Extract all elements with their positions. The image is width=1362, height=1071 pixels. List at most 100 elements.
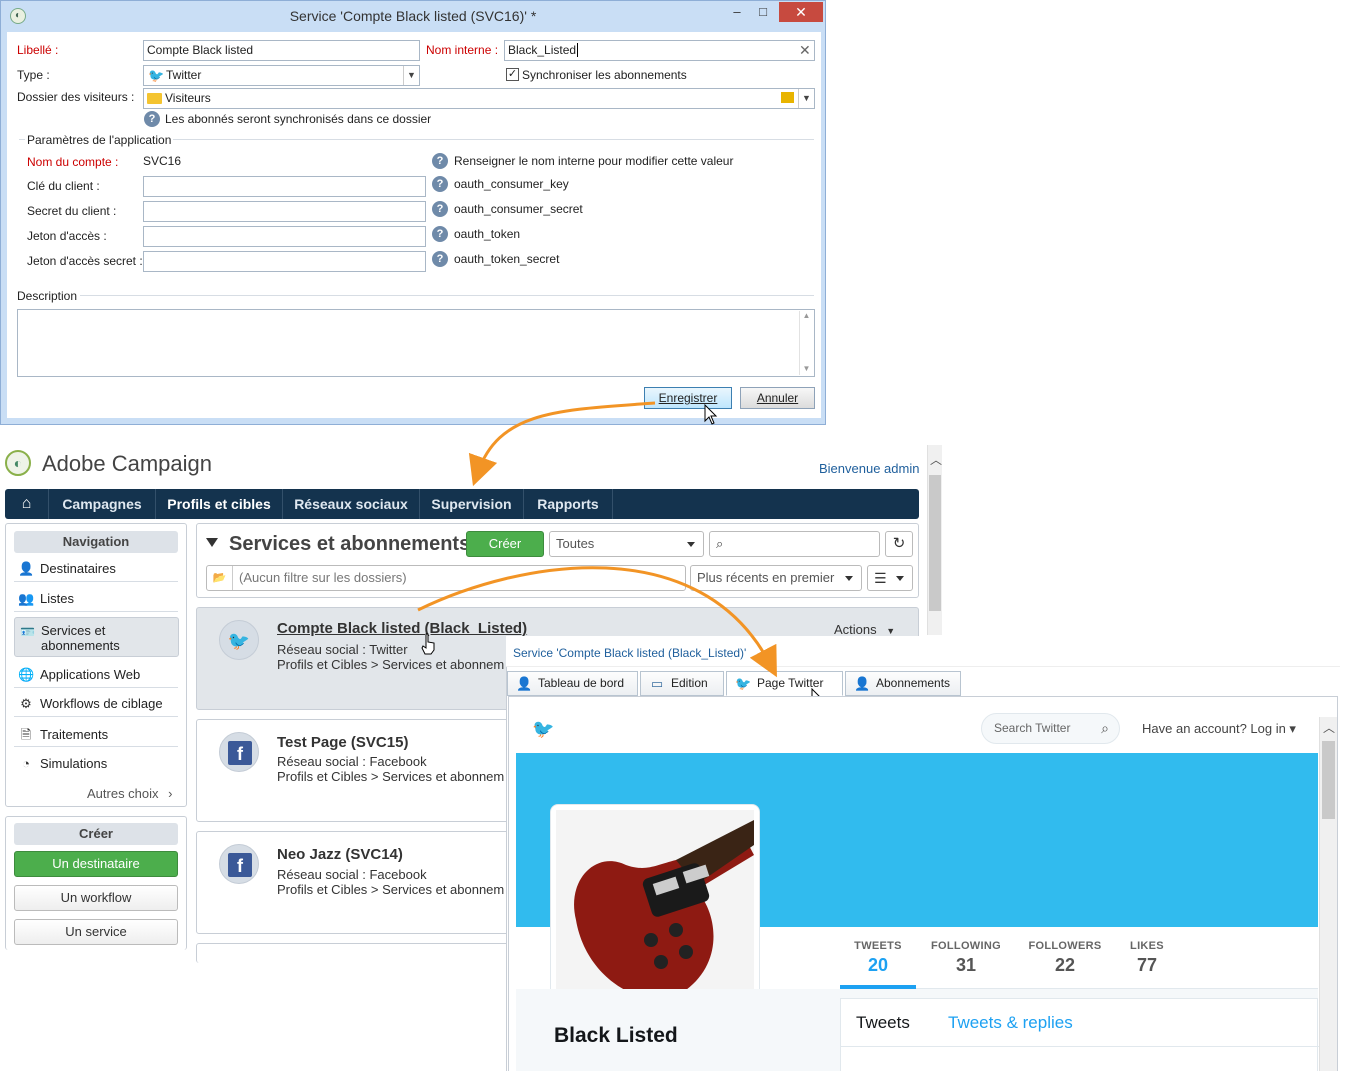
sidebar-item-applications-web[interactable]: 🌐 Applications Web [18, 667, 140, 683]
sidebar-item-label: Traitements [40, 727, 109, 742]
folder-browse-icon[interactable] [781, 92, 794, 103]
tab-tableau-de-bord[interactable]: 👤 Tableau de bord [507, 671, 638, 696]
nom-interne-input[interactable]: Black_Listed [504, 40, 815, 61]
create-button[interactable]: Créer [466, 531, 544, 557]
nav-campagnes[interactable]: Campagnes [49, 489, 156, 519]
sidebar-item-simulations[interactable]: ◔ Simulations [18, 756, 107, 771]
description-textarea[interactable]: ▲ ▼ [17, 309, 815, 377]
tab-abonnements[interactable]: 👤 Abonnements [845, 671, 961, 696]
welcome-link[interactable]: Bienvenue admin [819, 461, 919, 476]
maximize-button[interactable]: □ [749, 2, 777, 24]
refresh-button[interactable]: ↻ [885, 531, 913, 557]
cancel-button[interactable]: Annuler [740, 387, 815, 409]
brand-title: Adobe Campaign [42, 451, 213, 476]
actions-menu[interactable]: Actions ▼ [834, 622, 895, 637]
chevron-down-icon[interactable]: ▼ [403, 66, 419, 85]
twitter-search-input[interactable]: Search Twitter ⌕ [981, 713, 1120, 744]
nav-rapports[interactable]: Rapports [524, 489, 613, 519]
window-icon: ▭ [650, 676, 664, 691]
chevron-up-icon[interactable]: ︿ [1323, 719, 1335, 736]
minimize-button[interactable]: – [723, 2, 751, 24]
folder-filter-input[interactable]: 📂 (Aucun filtre sur les dossiers) [206, 565, 686, 591]
sidebar-item-listes[interactable]: 👥 Listes [18, 591, 74, 607]
folder-filter-value: (Aucun filtre sur les dossiers) [239, 570, 407, 585]
create-workflow-button[interactable]: Un workflow [14, 885, 178, 911]
stat-label: FOLLOWING [931, 940, 1001, 952]
sort-select[interactable]: Plus récents en premier [690, 565, 862, 591]
chevron-up-icon[interactable]: ︿ [930, 451, 942, 468]
secret-client-label: Secret du client : [27, 204, 117, 218]
search-input[interactable]: ⌕ [709, 531, 880, 557]
sidebar-item-workflows[interactable]: ⚙ Workflows de ciblage [18, 696, 162, 712]
create-recipient-button[interactable]: Un destinataire [14, 851, 178, 877]
help-icon: ? [432, 176, 448, 192]
nav-profils-et-cibles[interactable]: Profils et cibles [156, 489, 283, 519]
caret-down-icon [687, 542, 695, 547]
card-title[interactable]: Neo Jazz (SVC14) [277, 846, 403, 863]
stat-following[interactable]: FOLLOWING 31 [926, 928, 1006, 989]
list-toolbar: Services et abonnements Créer Toutes ⌕ ↻… [196, 523, 919, 598]
scrollbar-thumb[interactable] [1322, 741, 1335, 819]
service-breadcrumb[interactable]: Service 'Compte Black listed (Black_List… [513, 646, 746, 660]
twitter-login-link[interactable]: Have an account? Log in ▾ [1142, 721, 1296, 737]
tab-edition[interactable]: ▭ Edition [640, 671, 724, 696]
jeton-secret-label: Jeton d'accès secret : [27, 254, 143, 268]
stat-likes[interactable]: LIKES 77 [1118, 928, 1176, 989]
create-heading: Créer [14, 823, 178, 845]
cle-client-input[interactable] [143, 176, 426, 197]
twitter-bird-icon: 🐦 [219, 620, 259, 660]
secret-client-input[interactable] [143, 201, 426, 222]
type-select[interactable]: 🐦 Twitter ▼ [143, 65, 420, 86]
tab-page-twitter[interactable]: 🐦 Page Twitter [726, 671, 843, 696]
search-icon: ⌕ [716, 536, 724, 551]
tweets-panel: Tweets Tweets & replies [840, 998, 1319, 1071]
clear-icon[interactable]: ✕ [799, 42, 811, 59]
card-title[interactable]: Compte Black listed (Black_Listed) [277, 620, 527, 637]
app-params-heading: Paramètres de l'application [25, 133, 174, 147]
create-service-button[interactable]: Un service [14, 919, 178, 945]
facebook-icon: f [228, 741, 252, 765]
folder-open-icon[interactable]: 📂 [207, 566, 233, 590]
secret-client-hint: oauth_consumer_secret [454, 202, 583, 216]
jeton-secret-input[interactable] [143, 251, 426, 272]
save-button[interactable]: Enregistrer [644, 387, 732, 409]
stat-tweets[interactable]: TWEETS 20 [840, 928, 916, 989]
profile-avatar[interactable] [550, 804, 760, 1014]
id-card-icon: 🪪 [20, 625, 35, 639]
nav-reseaux-sociaux[interactable]: Réseaux sociaux [283, 489, 420, 519]
help-icon: ? [432, 251, 448, 267]
view-mode-button[interactable]: ☰ [867, 565, 913, 591]
tab-tweets-replies[interactable]: Tweets & replies [948, 1013, 1073, 1033]
twitter-logo-icon: 🐦 [532, 719, 555, 739]
sidebar-item-traitements[interactable]: 🗎 Traitements [18, 726, 108, 748]
page-scrollbar[interactable]: ︿ [927, 445, 942, 635]
guitar-photo [556, 810, 754, 1008]
document-gear-icon: 🗎 [20, 727, 32, 742]
home-icon[interactable]: ⌂ [5, 489, 49, 519]
more-choices-link[interactable]: Autres choix › [87, 786, 173, 801]
sync-checkbox[interactable]: ✓ [506, 68, 519, 81]
collapse-icon[interactable] [206, 538, 218, 547]
sidebar-create: Créer Un destinataire Un workflow Un ser… [5, 816, 187, 950]
service-dialog: Service 'Compte Black listed (SVC16)' * … [0, 0, 826, 425]
scrollbar-thumb[interactable] [929, 475, 941, 611]
scrollbar[interactable]: ▲ ▼ [799, 311, 813, 375]
card-folder: Profils et Cibles > Services et abonnem [277, 882, 505, 897]
libelle-input[interactable]: Compte Black listed [143, 40, 420, 61]
filter-select[interactable]: Toutes [549, 531, 704, 557]
nav-supervision[interactable]: Supervision [420, 489, 524, 519]
stat-followers[interactable]: FOLLOWERS 22 [1023, 928, 1107, 989]
twitter-scrollbar[interactable]: ︿ [1319, 717, 1337, 1071]
mouse-cursor-icon [704, 404, 718, 425]
type-value: Twitter [166, 68, 202, 82]
sidebar-item-destinataires[interactable]: 👤 Destinataires [18, 561, 116, 577]
close-button[interactable]: ✕ [779, 2, 823, 22]
chevron-down-icon[interactable]: ▼ [798, 89, 814, 108]
sidebar-item-services[interactable]: 🪪 Services et abonnements [14, 617, 179, 657]
actions-label: Actions [834, 622, 877, 637]
tab-tweets[interactable]: Tweets [856, 1013, 910, 1033]
card-title[interactable]: Test Page (SVC15) [277, 734, 408, 751]
jeton-input[interactable] [143, 226, 426, 247]
facebook-icon: f [228, 853, 252, 877]
dossier-input[interactable]: Visiteurs ▼ [143, 88, 815, 109]
